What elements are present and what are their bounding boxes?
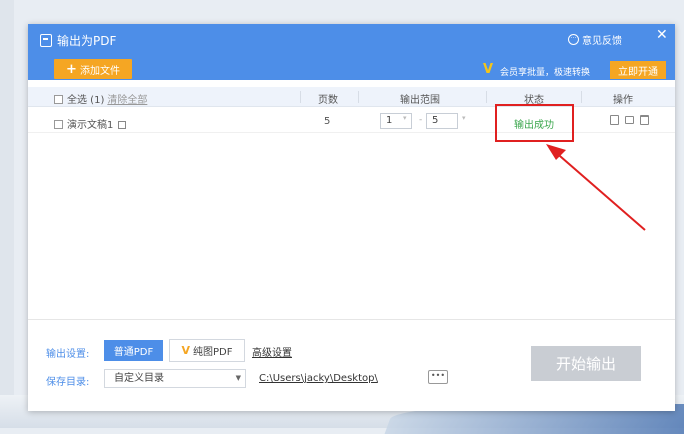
vip-mini-icon: V <box>181 344 191 357</box>
dialog-title-text: 输出为PDF <box>57 34 117 48</box>
row-checkbox[interactable] <box>54 120 63 129</box>
column-divider <box>358 91 359 103</box>
vip-icon: V <box>483 62 494 77</box>
pages-header: 页数 <box>318 95 338 106</box>
range-separator: - <box>419 115 423 125</box>
range-to-input[interactable]: 5 <box>426 113 458 129</box>
spinner-icon[interactable]: ▾ <box>462 114 466 122</box>
select-all[interactable]: 全选 (1) 清除全部 <box>54 91 147 106</box>
trash-icon[interactable] <box>640 115 649 125</box>
actions-header: 操作 <box>613 95 633 106</box>
save-dir-value: 自定义目录 <box>114 373 164 384</box>
document-icon[interactable] <box>610 115 619 125</box>
edit-icon[interactable] <box>118 121 127 129</box>
feedback-label: 意见反馈 <box>582 36 622 47</box>
folder-icon[interactable] <box>625 116 634 124</box>
column-divider <box>486 91 487 103</box>
page-count: 5 <box>324 116 331 127</box>
pure-pdf-label: 纯图PDF <box>193 347 233 358</box>
file-name-cell: 演示文稿1 <box>54 116 127 131</box>
select-all-label: 全选 (1) <box>67 95 105 106</box>
export-pdf-dialog: 输出为PDF ··· 意见反馈 ✕ + 添加文件 V 会员享批量，极速转换 立即… <box>28 24 675 411</box>
browse-button[interactable]: ••• <box>428 370 448 384</box>
column-divider <box>300 91 301 103</box>
save-dir-label: 保存目录: <box>46 377 90 388</box>
range-header: 输出范围 <box>400 95 440 106</box>
column-divider <box>581 91 582 103</box>
pdf-export-icon <box>40 34 52 47</box>
chevron-down-icon: ▼ <box>235 374 241 382</box>
select-all-checkbox[interactable] <box>54 95 63 104</box>
output-settings-label: 输出设置: <box>46 349 90 360</box>
save-dir-select[interactable]: 自定义目录 ▼ <box>104 369 246 388</box>
feedback-icon: ··· <box>568 34 579 45</box>
start-export-button[interactable]: 开始输出 <box>531 346 641 381</box>
status-highlight-box <box>495 104 574 142</box>
background-panel <box>0 0 14 428</box>
clear-all-link[interactable]: 清除全部 <box>107 95 147 106</box>
add-file-button[interactable]: + 添加文件 <box>54 59 132 79</box>
close-button[interactable]: ✕ <box>656 27 668 43</box>
pure-image-pdf-button[interactable]: V 纯图PDF <box>169 339 245 362</box>
settings-divider <box>28 319 675 320</box>
feedback-button[interactable]: ··· 意见反馈 <box>568 32 622 47</box>
add-file-label: 添加文件 <box>79 65 120 77</box>
open-vip-button[interactable]: 立即开通 <box>610 61 666 79</box>
table-row[interactable]: 演示文稿1 5 1 ▾ - 5 ▾ 输出成功 <box>28 109 675 133</box>
advanced-settings-link[interactable]: 高级设置 <box>252 344 292 359</box>
table-header: 全选 (1) 清除全部 页数 输出范围 状态 操作 <box>28 87 675 107</box>
dialog-header: 输出为PDF ··· 意见反馈 ✕ + 添加文件 V 会员享批量，极速转换 立即… <box>28 24 675 80</box>
vip-promo-text: 会员享批量，极速转换 <box>500 68 591 78</box>
range-from-input[interactable]: 1 <box>380 113 412 129</box>
normal-pdf-button[interactable]: 普通PDF <box>104 340 163 361</box>
save-path[interactable]: C:\Users\jacky\Desktop\ <box>259 373 378 384</box>
dialog-title: 输出为PDF <box>40 32 116 49</box>
file-name: 演示文稿1 <box>67 120 114 131</box>
row-actions <box>610 115 649 125</box>
plus-icon: + <box>66 61 77 77</box>
spinner-icon[interactable]: ▾ <box>403 114 407 122</box>
